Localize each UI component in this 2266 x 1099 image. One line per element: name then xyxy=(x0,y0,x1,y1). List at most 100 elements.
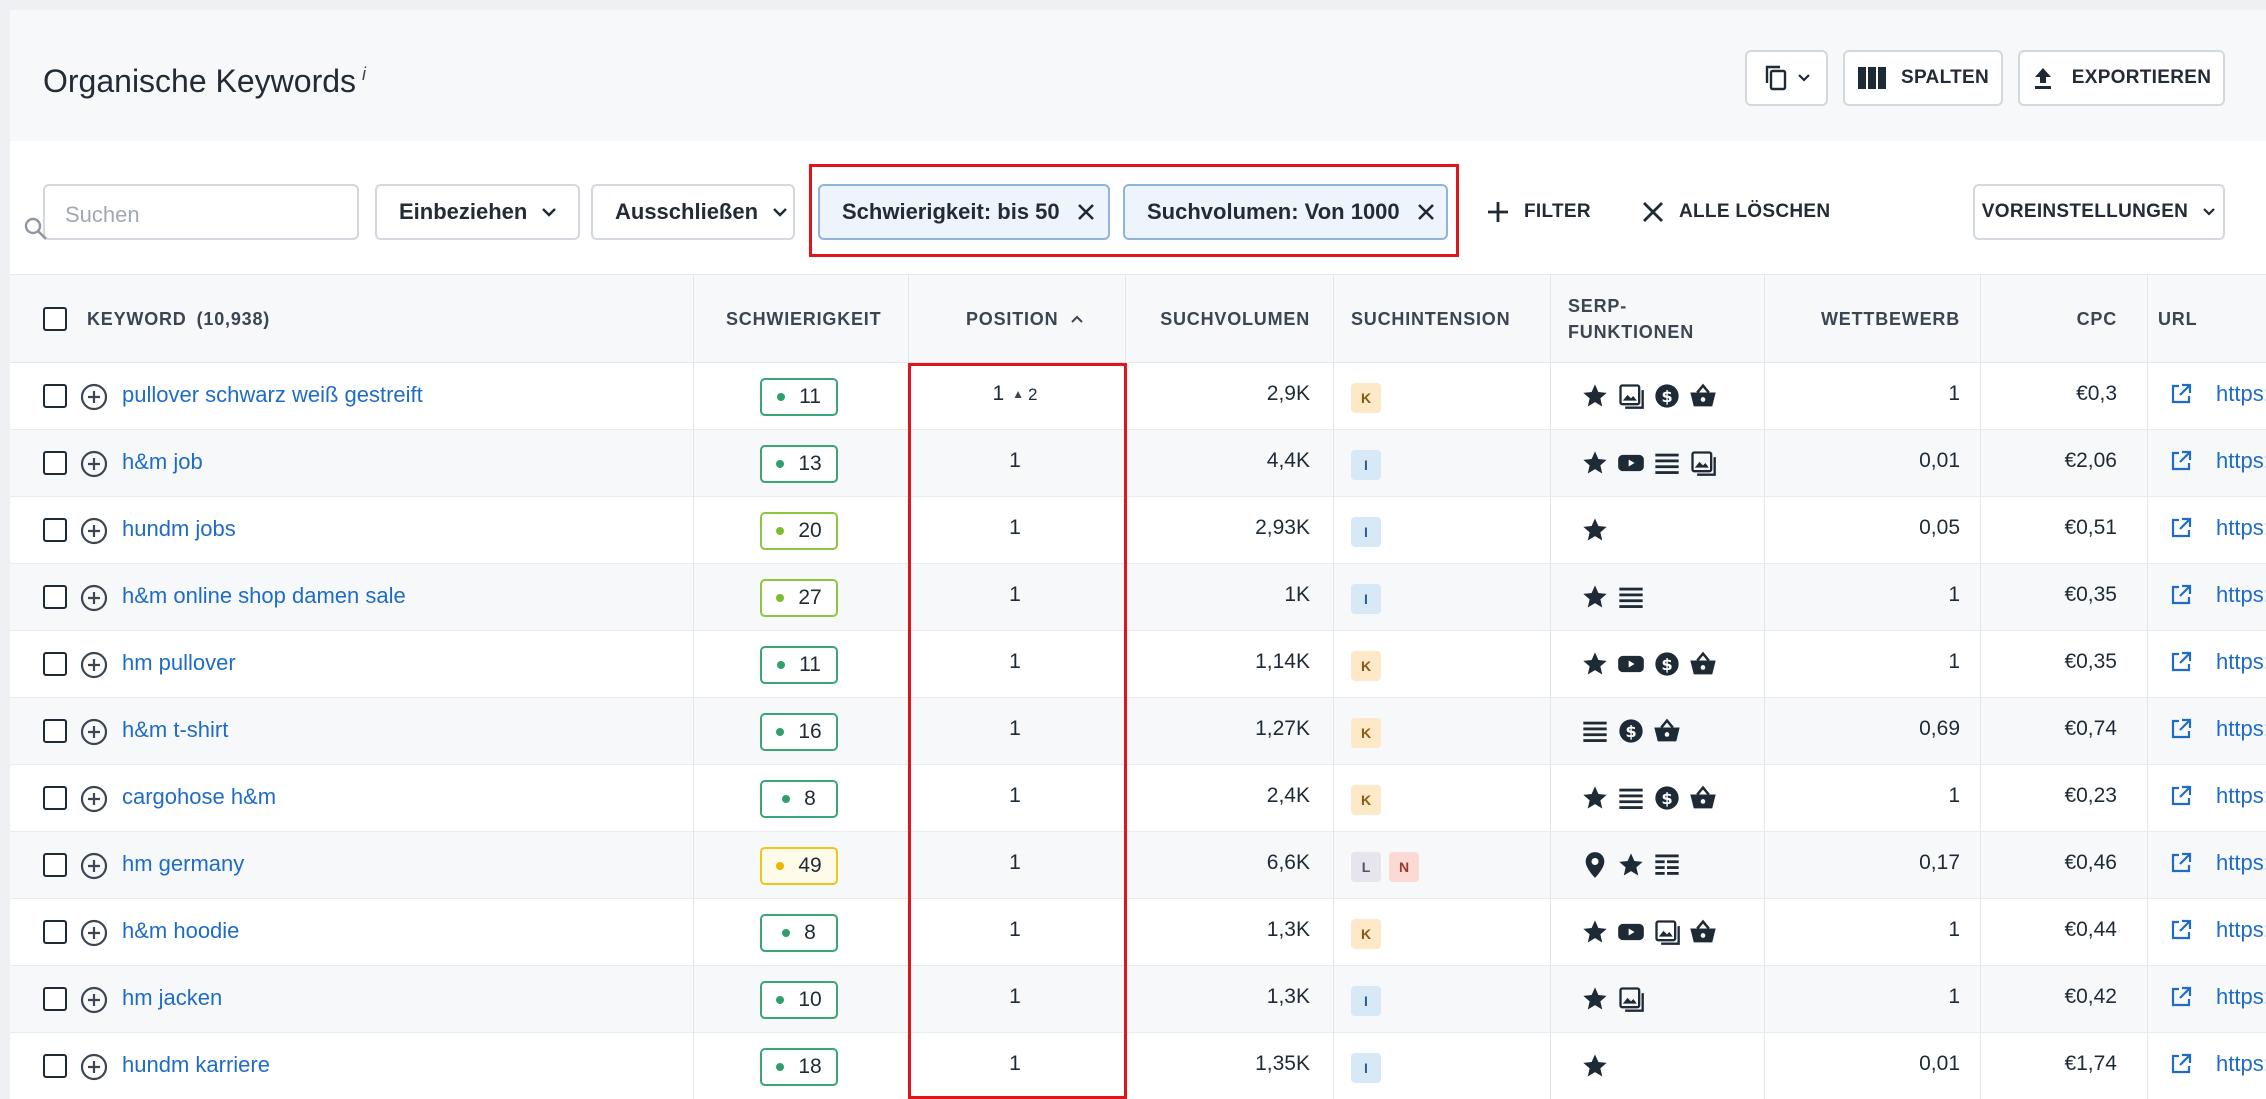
close-icon[interactable] xyxy=(1400,202,1436,222)
intent-badge: I xyxy=(1351,584,1381,614)
external-link-icon xyxy=(2170,450,2204,472)
keyword-link[interactable]: hundm karriere xyxy=(122,1052,270,1078)
presets-dropdown[interactable]: VOREINSTELLUNGEN xyxy=(1973,184,2225,240)
keyword-link[interactable]: h&m online shop damen sale xyxy=(122,583,406,609)
cpc-cell: €2,06 xyxy=(2064,449,2117,472)
info-icon[interactable]: i xyxy=(362,64,366,84)
position-cell: 1 xyxy=(910,784,1120,808)
row-checkbox[interactable] xyxy=(43,585,67,609)
column-header-keyword[interactable]: KEYWORD (10,938) xyxy=(87,275,270,363)
svg-text:$: $ xyxy=(1661,387,1672,406)
add-keyword-icon[interactable] xyxy=(80,718,108,751)
upload-icon xyxy=(2032,66,2054,90)
row-checkbox[interactable] xyxy=(43,652,67,676)
url-link[interactable]: https:/ xyxy=(2170,582,2266,608)
url-link[interactable]: https:/ xyxy=(2170,850,2266,876)
row-checkbox[interactable] xyxy=(43,987,67,1011)
exclude-label: Ausschließen xyxy=(615,199,759,224)
add-keyword-icon[interactable] xyxy=(80,986,108,1019)
url-text: https:/ xyxy=(2216,448,2266,473)
url-text: https:/ xyxy=(2216,381,2266,406)
keyword-link[interactable]: h&m job xyxy=(122,449,203,475)
star-icon xyxy=(1580,1051,1610,1081)
keyword-link[interactable]: hm jacken xyxy=(122,985,222,1011)
row-checkbox[interactable] xyxy=(43,384,67,408)
row-checkbox[interactable] xyxy=(43,451,67,475)
add-keyword-icon[interactable] xyxy=(80,1053,108,1086)
column-header-intent-label: SUCHINTENSION xyxy=(1351,308,1511,329)
add-keyword-icon[interactable] xyxy=(80,517,108,550)
keyword-link[interactable]: h&m t-shirt xyxy=(122,717,228,743)
row-checkbox[interactable] xyxy=(43,853,67,877)
add-keyword-icon[interactable] xyxy=(80,785,108,818)
column-header-difficulty[interactable]: SCHWIERIGKEIT xyxy=(726,275,881,363)
add-keyword-icon[interactable] xyxy=(80,383,108,416)
column-header-serp[interactable]: SERP- FUNKTIONEN xyxy=(1568,275,1694,363)
column-header-url-label: URL xyxy=(2158,308,2198,329)
filter-chip-difficulty[interactable]: Schwierigkeit: bis 50 xyxy=(818,184,1110,240)
add-keyword-icon[interactable] xyxy=(80,852,108,885)
volume-cell: 1,3K xyxy=(1266,985,1310,1008)
position-cell: 1 xyxy=(910,985,1120,1009)
difficulty-value: 16 xyxy=(798,720,822,743)
external-link-icon xyxy=(2170,919,2204,941)
add-keyword-icon[interactable] xyxy=(80,450,108,483)
close-icon[interactable] xyxy=(1060,202,1096,222)
export-button[interactable]: EXPORTIEREN xyxy=(2018,50,2225,106)
add-keyword-icon[interactable] xyxy=(80,651,108,684)
column-header-position[interactable]: POSITION xyxy=(966,275,1084,363)
url-link[interactable]: https:/ xyxy=(2170,917,2266,943)
url-link[interactable]: https:/ xyxy=(2170,783,2266,809)
difficulty-value: 8 xyxy=(804,787,816,810)
row-checkbox[interactable] xyxy=(43,518,67,542)
keyword-link[interactable]: hm germany xyxy=(122,851,244,877)
search-input[interactable]: Suchen xyxy=(24,184,359,240)
copy-dropdown-button[interactable] xyxy=(1745,50,1828,106)
column-header-cpc-label: CPC xyxy=(2076,308,2117,329)
url-text: https:/ xyxy=(2216,582,2266,607)
clear-all-button[interactable]: ALLE LÖSCHEN xyxy=(1641,184,1830,240)
columns-button[interactable]: SPALTEN xyxy=(1843,50,2003,106)
url-link[interactable]: https:/ xyxy=(2170,649,2266,675)
external-link-icon xyxy=(2170,718,2204,740)
url-link[interactable]: https:/ xyxy=(2170,448,2266,474)
keyword-link[interactable]: h&m hoodie xyxy=(122,918,239,944)
row-checkbox[interactable] xyxy=(43,719,67,743)
row-checkbox[interactable] xyxy=(43,786,67,810)
url-link[interactable]: https:/ xyxy=(2170,515,2266,541)
difficulty-badge: 16 xyxy=(760,713,838,751)
keyword-link[interactable]: cargohose h&m xyxy=(122,784,276,810)
table-row: cargohose h&m 8 1 2,4K K $1 €0,23 https:/ xyxy=(10,765,2266,832)
chevron-down-icon xyxy=(1797,73,1811,83)
difficulty-badge: 11 xyxy=(760,646,838,684)
image-icon xyxy=(1616,381,1646,411)
column-header-volume[interactable]: SUCHVOLUMEN xyxy=(1125,275,1310,363)
column-header-cpc[interactable]: CPC xyxy=(1990,275,2117,363)
table-row: h&m hoodie 8 1 1,3K K 1 €0,44 https:/ xyxy=(10,899,2266,966)
exclude-dropdown[interactable]: Ausschließen xyxy=(591,184,795,240)
difficulty-dot xyxy=(782,929,791,937)
add-keyword-icon[interactable] xyxy=(80,584,108,617)
difficulty-dot xyxy=(776,1063,785,1071)
add-filter-button[interactable]: FILTER xyxy=(1486,184,1591,240)
keyword-link[interactable]: hundm jobs xyxy=(122,516,236,542)
url-link[interactable]: https:/ xyxy=(2170,716,2266,742)
add-keyword-icon[interactable] xyxy=(80,919,108,952)
select-all-checkbox[interactable] xyxy=(43,307,67,331)
columns-button-label: SPALTEN xyxy=(1901,67,1989,88)
column-header-url[interactable]: URL xyxy=(2158,275,2197,363)
keyword-link[interactable]: pullover schwarz weiß gestreift xyxy=(122,382,423,408)
sort-ascending-icon xyxy=(1070,314,1084,324)
url-link[interactable]: https:/ xyxy=(2170,984,2266,1010)
close-icon xyxy=(1641,200,1679,224)
intent-badge: L xyxy=(1351,852,1381,882)
column-header-intent[interactable]: SUCHINTENSION xyxy=(1351,275,1510,363)
url-link[interactable]: https:/ xyxy=(2170,381,2266,407)
filter-chip-volume[interactable]: Suchvolumen: Von 1000 xyxy=(1123,184,1448,240)
keyword-link[interactable]: hm pullover xyxy=(122,650,236,676)
url-link[interactable]: https:/ xyxy=(2170,1051,2266,1077)
row-checkbox[interactable] xyxy=(43,920,67,944)
include-dropdown[interactable]: Einbeziehen xyxy=(375,184,580,240)
row-checkbox[interactable] xyxy=(43,1054,67,1078)
column-header-competition[interactable]: WETTBEWERB xyxy=(1775,275,1960,363)
